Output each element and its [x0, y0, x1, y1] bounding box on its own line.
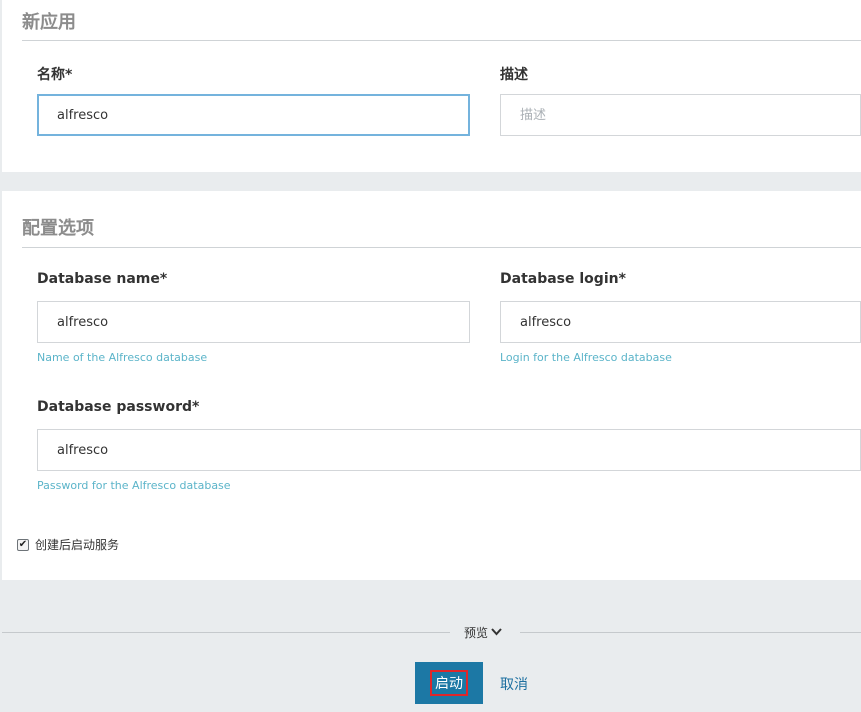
db-password-help: Password for the Alfresco database: [37, 479, 231, 492]
section-divider: [22, 247, 861, 248]
preview-rule-right: [520, 632, 861, 633]
start-after-create-option: ✔ 创建后启动服务: [17, 536, 119, 553]
preview-toggle[interactable]: 预览: [464, 624, 502, 641]
checkmark-icon: ✔: [18, 538, 28, 550]
new-app-card: 新应用 名称* 描述: [2, 0, 861, 172]
start-after-create-label: 创建后启动服务: [35, 538, 120, 552]
db-name-help: Name of the Alfresco database: [37, 351, 208, 364]
db-login-input[interactable]: [500, 301, 861, 343]
config-card: 配置选项 Database name* Name of the Alfresco…: [2, 191, 861, 580]
section-divider: [22, 40, 861, 41]
name-label: 名称*: [37, 67, 73, 83]
start-after-create-checkbox[interactable]: ✔: [17, 538, 29, 551]
chevron-down-icon: [491, 626, 502, 639]
new-app-section-title: 新应用: [22, 12, 76, 33]
db-name-label: Database name*: [37, 271, 168, 287]
description-input[interactable]: [500, 94, 861, 136]
db-password-label: Database password*: [37, 399, 200, 415]
preview-rule-left: [2, 632, 450, 633]
start-button[interactable]: 启动: [415, 662, 483, 704]
db-name-input[interactable]: [37, 301, 470, 343]
name-input[interactable]: [37, 94, 470, 136]
preview-label: 预览: [464, 626, 489, 640]
config-section-title: 配置选项: [22, 218, 94, 239]
cancel-button[interactable]: 取消: [500, 672, 528, 696]
db-login-help: Login for the Alfresco database: [500, 351, 672, 364]
db-password-input[interactable]: [37, 429, 861, 471]
description-label: 描述: [500, 67, 528, 83]
start-button-label: 启动: [430, 670, 468, 696]
db-login-label: Database login*: [500, 271, 626, 287]
preview-divider: 预览: [2, 622, 861, 642]
